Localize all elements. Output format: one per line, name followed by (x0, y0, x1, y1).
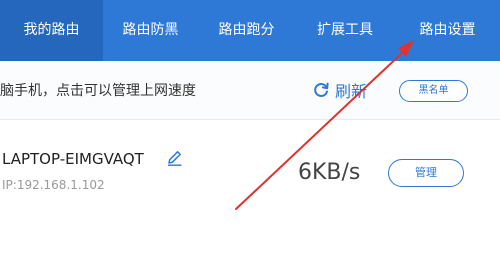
edit-device-name-button[interactable] (166, 149, 184, 171)
tab-my-router[interactable]: 我的路由 (0, 0, 103, 61)
blacklist-button[interactable]: 黑名单 (399, 80, 468, 102)
tab-router-settings[interactable]: 路由设置 (395, 0, 500, 61)
toolbar-hint-text: 脑手机，点击可以管理上网速度 (0, 83, 196, 99)
refresh-icon (314, 82, 329, 97)
tab-router-protection[interactable]: 路由防黑 (103, 0, 198, 61)
refresh-button[interactable]: 刷新 (312, 78, 367, 102)
top-navigation: 我的路由 路由防黑 路由跑分 扩展工具 路由设置 (0, 0, 500, 61)
tab-extension-tools[interactable]: 扩展工具 (295, 0, 395, 61)
manage-device-button[interactable]: 管理 (388, 159, 464, 187)
refresh-label: 刷新 (335, 82, 368, 101)
device-ip: IP:192.168.1.102 (2, 178, 105, 192)
device-speed: 6KB/s (298, 160, 361, 185)
pencil-icon (168, 151, 182, 166)
next-device-row-partial (0, 253, 500, 260)
tab-router-benchmark[interactable]: 路由跑分 (198, 0, 295, 61)
device-name: LAPTOP-EIMGVAQT (2, 150, 144, 168)
